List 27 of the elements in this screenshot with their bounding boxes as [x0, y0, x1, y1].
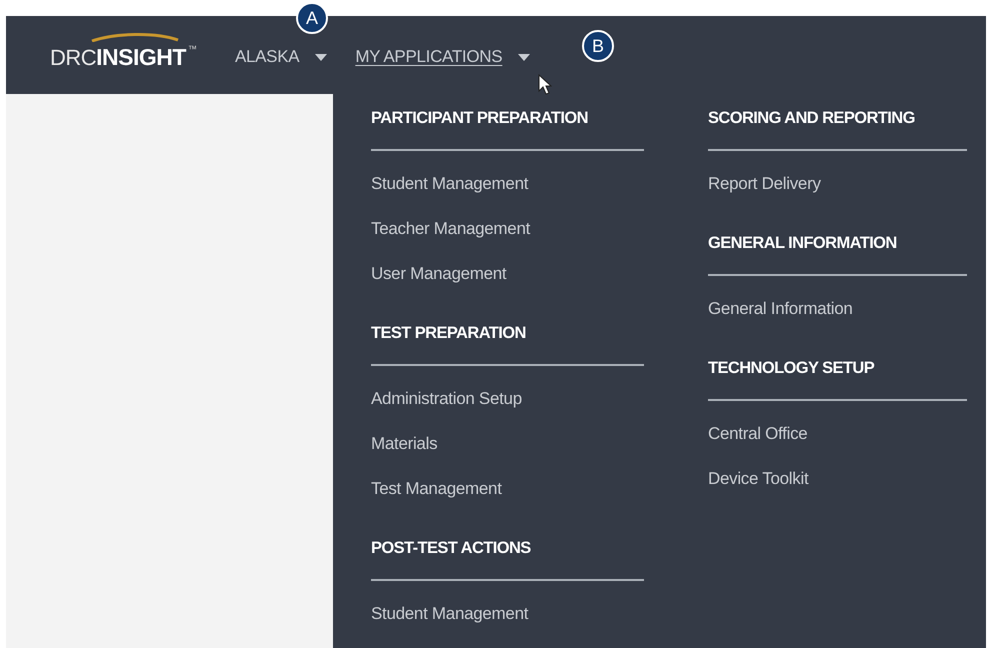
caret-icon: [518, 54, 530, 60]
nav-link[interactable]: ALASKA: [234, 47, 300, 67]
nav-link[interactable]: MY APPLICATIONS: [355, 47, 502, 67]
menu-item[interactable]: User Management: [371, 263, 506, 285]
callout-badge: A: [296, 2, 328, 34]
section-heading: GENERAL INFORMATION: [708, 231, 967, 276]
caret-icon: [315, 54, 328, 60]
menu-item[interactable]: Teacher Management: [371, 218, 530, 240]
swoosh-icon: [90, 32, 180, 42]
logo-text: INSIGHT: [96, 44, 186, 70]
menu-item[interactable]: Administration Setup: [371, 388, 522, 410]
cursor-icon: [538, 74, 552, 96]
section-heading: TECHNOLOGY SETUP: [708, 356, 967, 401]
trademark: ™: [188, 44, 197, 54]
menu-item[interactable]: Materials: [371, 433, 438, 455]
menu-item[interactable]: General Information: [708, 298, 853, 320]
menu-item[interactable]: Report Delivery: [708, 173, 821, 195]
menu-item[interactable]: Student Management: [371, 603, 528, 625]
menu-item[interactable]: Student Management: [371, 173, 528, 195]
section-heading: PARTICIPANT PREPARATION: [371, 106, 644, 151]
logo-text: DRC: [50, 44, 96, 70]
menu-item[interactable]: Central Office: [708, 423, 808, 445]
menu-item[interactable]: Device Toolkit: [708, 468, 808, 490]
section-heading: SCORING AND REPORTING: [708, 106, 967, 151]
menu-item[interactable]: Test Management: [371, 478, 502, 500]
section-heading: TEST PREPARATION: [371, 321, 644, 366]
section-heading: POST-TEST ACTIONS: [371, 536, 644, 581]
